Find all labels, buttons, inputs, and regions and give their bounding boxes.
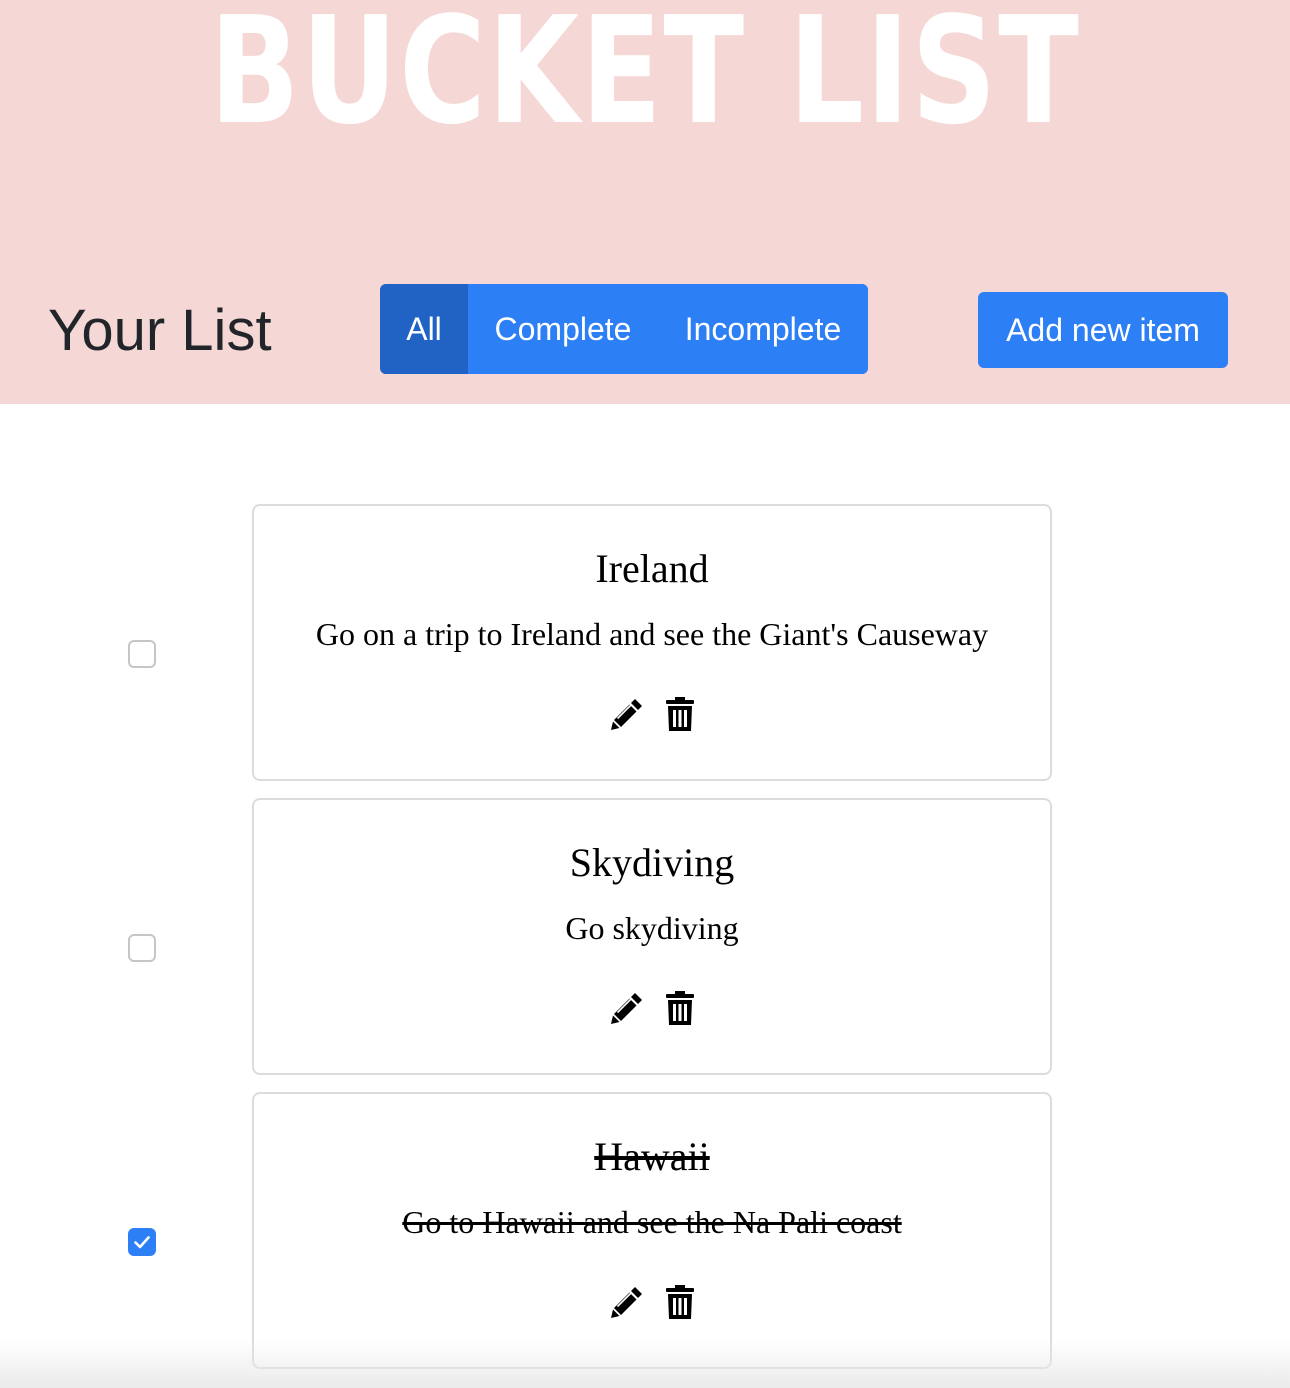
filter-incomplete-button[interactable]: Incomplete [658, 284, 868, 374]
item-description: Go to Hawaii and see the Na Pali coast [402, 1204, 902, 1240]
pencil-icon[interactable] [609, 990, 645, 1026]
add-new-item-button[interactable]: Add new item [978, 292, 1228, 368]
item-title: Skydiving [569, 840, 735, 885]
bucket-list-card: Skydiving Go skydiving [252, 798, 1052, 1075]
item-description: Go skydiving [565, 910, 739, 946]
item-complete-checkbox[interactable] [128, 640, 156, 668]
trash-icon[interactable] [665, 696, 695, 732]
filter-all-button[interactable]: All [380, 284, 468, 374]
item-description: Go on a trip to Ireland and see the Gian… [315, 616, 989, 652]
pencil-icon[interactable] [609, 1284, 645, 1320]
item-title: Ireland [595, 546, 709, 591]
list-heading: Your List [48, 298, 272, 363]
item-title: Hawaii [594, 1134, 710, 1179]
page-title: BUCKET LIST [209, 0, 1081, 157]
page-header: BUCKET LIST Your List All Complete Incom… [0, 0, 1290, 404]
checkmark-icon [134, 1236, 150, 1249]
filter-button-group: All Complete Incomplete [380, 284, 868, 374]
pencil-icon[interactable] [609, 696, 645, 732]
bucket-list-card: Hawaii Go to Hawaii and see the Na Pali … [252, 1092, 1052, 1369]
trash-icon[interactable] [665, 1284, 695, 1320]
item-complete-checkbox[interactable] [128, 934, 156, 962]
item-complete-checkbox[interactable] [128, 1228, 156, 1256]
filter-complete-button[interactable]: Complete [468, 284, 658, 374]
trash-icon[interactable] [665, 990, 695, 1026]
bucket-list-card: Ireland Go on a trip to Ireland and see … [252, 504, 1052, 781]
